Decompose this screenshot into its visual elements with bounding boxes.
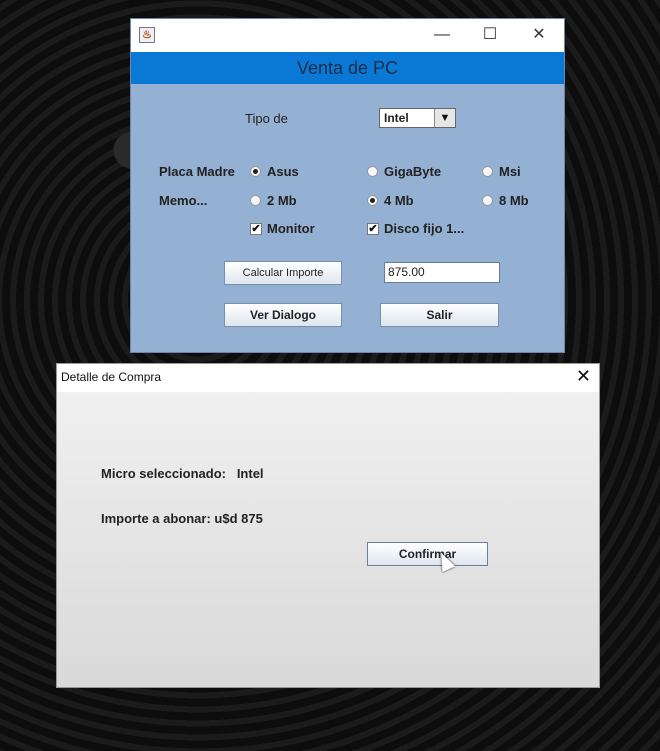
ver-dialogo-button[interactable]: Ver Dialogo — [224, 303, 342, 327]
radio-4mb-label: 4 Mb — [384, 193, 414, 208]
radio-2mb-label: 2 Mb — [267, 193, 297, 208]
maximize-button[interactable]: ☐ — [479, 25, 501, 45]
disco-checkbox-label: Disco fijo 1... — [384, 221, 465, 236]
minimize-button[interactable]: — — [431, 25, 453, 45]
radio-msi-label: Msi — [499, 164, 521, 179]
dropdown-arrow-icon[interactable]: ▼ — [434, 109, 455, 127]
main-window: ♨ — ☐ ✕ Venta de PC Tipo de Intel ▼ Plac… — [130, 18, 565, 353]
memo-label: Memo... — [159, 193, 208, 208]
calcular-importe-button[interactable]: Calcular Importe — [224, 261, 342, 285]
radio-gigabyte[interactable] — [367, 166, 378, 177]
radio-8mb-label: 8 Mb — [499, 193, 529, 208]
radio-4mb[interactable] — [367, 195, 378, 206]
dialog-close-icon[interactable]: ✕ — [576, 366, 591, 387]
radio-gigabyte-label: GigaByte — [384, 164, 442, 179]
radio-asus[interactable] — [250, 166, 261, 177]
importe-field[interactable]: 875.00 — [384, 262, 500, 283]
header-title: Venta de PC — [131, 52, 564, 84]
monitor-checkbox-label: Monitor — [267, 221, 315, 236]
radio-2mb[interactable] — [250, 195, 261, 206]
monitor-checkbox[interactable]: ✔ — [250, 223, 262, 235]
importe-abonar-text: Importe a abonar: u$d 875 — [101, 511, 263, 526]
micro-seleccionado-text: Micro seleccionado: Intel — [101, 466, 264, 481]
radio-asus-label: Asus — [267, 164, 299, 179]
radio-msi[interactable] — [482, 166, 493, 177]
dialog-title-bar: Detalle de Compra ✕ — [57, 364, 599, 392]
close-button[interactable]: ✕ — [528, 25, 550, 45]
title-bar: ♨ — ☐ ✕ — [131, 19, 564, 52]
dialog-title: Detalle de Compra — [61, 370, 162, 384]
tipo-combobox[interactable]: Intel ▼ — [379, 108, 456, 128]
salir-button[interactable]: Salir — [380, 303, 499, 327]
java-icon: ♨ — [139, 27, 155, 43]
placa-label: Placa Madre — [159, 164, 235, 179]
confirmar-button[interactable]: Confirmar — [367, 542, 488, 566]
tipo-value: Intel — [384, 111, 409, 125]
tipo-label: Tipo de — [245, 111, 288, 126]
disco-checkbox[interactable]: ✔ — [367, 223, 379, 235]
detalle-dialog: Detalle de Compra ✕ Micro seleccionado: … — [56, 363, 600, 688]
radio-8mb[interactable] — [482, 195, 493, 206]
